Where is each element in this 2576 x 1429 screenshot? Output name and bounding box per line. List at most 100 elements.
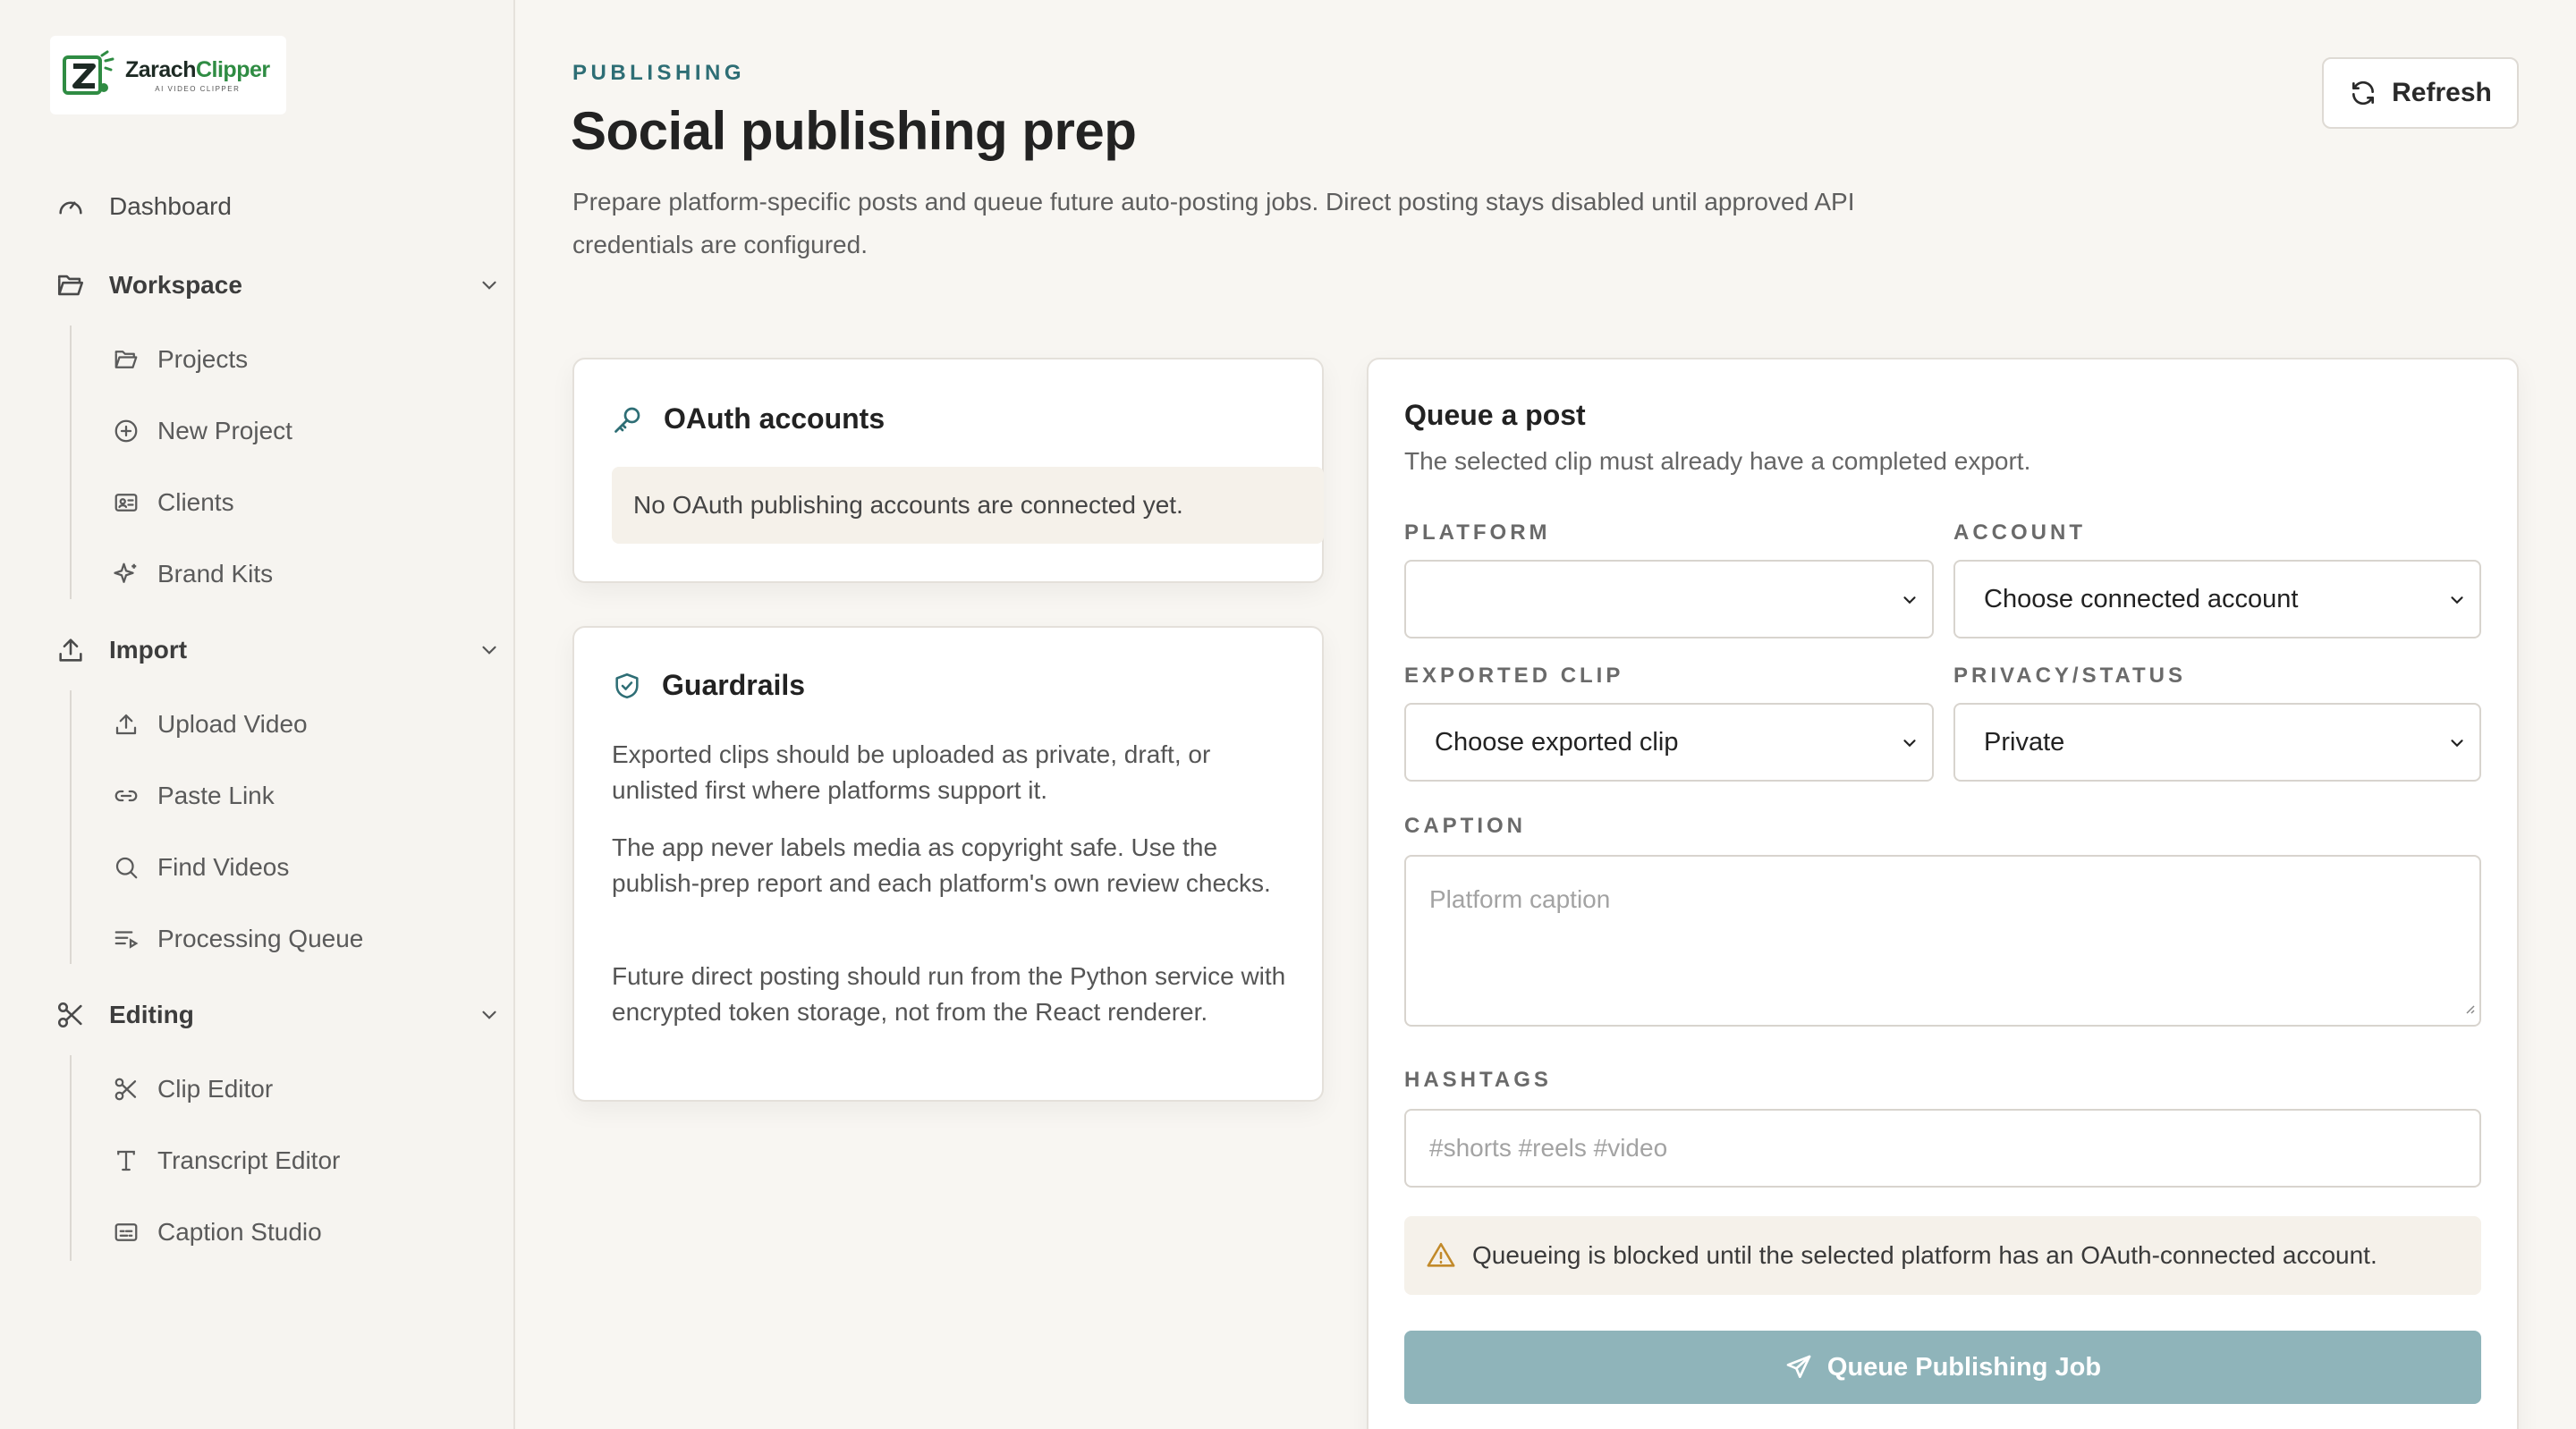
page-description: Prepare platform-specific posts and queu… bbox=[572, 188, 1855, 258]
sidebar-item-label: Paste Link bbox=[157, 782, 275, 809]
plus-circle-icon bbox=[113, 418, 140, 444]
scissors-icon bbox=[55, 1000, 86, 1030]
card-title: Guardrails bbox=[662, 669, 806, 701]
sidebar: ZarachClipper AI VIDEO CLIPPER Dashboard… bbox=[0, 0, 515, 1429]
caption-textarea[interactable]: Platform caption bbox=[1404, 855, 2481, 1027]
card-subtitle: The selected clip must already have a co… bbox=[1404, 447, 2031, 475]
chevron-down-icon bbox=[2447, 590, 2467, 610]
type-icon bbox=[113, 1147, 140, 1174]
brand-name: ZarachClipper bbox=[125, 57, 270, 83]
brand-name-part1: Zarach bbox=[125, 57, 196, 82]
chevron-down-icon bbox=[2447, 733, 2467, 753]
list-play-icon bbox=[113, 926, 140, 952]
sidebar-rail bbox=[70, 1055, 72, 1261]
page-title: Social publishing prep bbox=[571, 101, 1137, 161]
page-eyebrow: PUBLISHING bbox=[572, 61, 746, 85]
folder-open-icon bbox=[113, 346, 140, 373]
refresh-label: Refresh bbox=[2392, 78, 2492, 107]
refresh-icon bbox=[2349, 79, 2377, 107]
sidebar-item-label: Transcript Editor bbox=[157, 1146, 341, 1174]
link-icon bbox=[113, 782, 140, 809]
sidebar-item-transcript-editor[interactable]: Transcript Editor bbox=[113, 1146, 340, 1175]
chevron-down-icon bbox=[1900, 733, 1919, 753]
account-label: ACCOUNT bbox=[1953, 520, 2086, 545]
sidebar-item-dashboard[interactable]: Dashboard bbox=[55, 191, 232, 222]
account-select-value: Choose connected account bbox=[1984, 584, 2299, 613]
chevron-down-icon[interactable] bbox=[478, 638, 501, 662]
oauth-empty-state: No OAuth publishing accounts are connect… bbox=[612, 467, 1324, 544]
sidebar-item-label: Clients bbox=[157, 488, 234, 516]
privacy-status-select[interactable]: Private bbox=[1953, 703, 2481, 782]
scissors-icon bbox=[113, 1076, 140, 1103]
key-icon bbox=[612, 403, 644, 435]
brand-logo[interactable]: ZarachClipper AI VIDEO CLIPPER bbox=[50, 36, 286, 114]
sidebar-item-new-project[interactable]: New Project bbox=[113, 417, 292, 445]
privacy-status-label: PRIVACY/STATUS bbox=[1953, 664, 2187, 688]
sidebar-item-label: Dashboard bbox=[109, 192, 232, 220]
sidebar-item-label: Brand Kits bbox=[157, 560, 274, 588]
search-icon bbox=[113, 854, 140, 881]
brand-tagline: AI VIDEO CLIPPER bbox=[155, 85, 241, 93]
queue-button-label: Queue Publishing Job bbox=[1826, 1352, 2102, 1382]
sidebar-item-label: Upload Video bbox=[157, 710, 308, 738]
hashtags-label: HASHTAGS bbox=[1404, 1068, 1552, 1092]
sidebar-group-workspace[interactable]: Workspace bbox=[55, 270, 496, 300]
resize-handle-icon[interactable] bbox=[2462, 993, 2476, 1021]
upload-icon bbox=[55, 635, 86, 665]
sidebar-group-editing[interactable]: Editing bbox=[55, 1000, 496, 1030]
folder-open-icon bbox=[55, 270, 86, 300]
sidebar-item-processing-queue[interactable]: Processing Queue bbox=[113, 925, 363, 953]
sidebar-item-label: Processing Queue bbox=[157, 925, 364, 952]
sidebar-group-import[interactable]: Import bbox=[55, 635, 496, 665]
sidebar-item-upload-video[interactable]: Upload Video bbox=[113, 710, 308, 739]
sidebar-item-clients[interactable]: Clients bbox=[113, 488, 234, 517]
sidebar-item-caption-studio[interactable]: Caption Studio bbox=[113, 1218, 322, 1247]
sidebar-item-paste-link[interactable]: Paste Link bbox=[113, 782, 275, 810]
sidebar-item-label: Find Videos bbox=[157, 853, 290, 881]
oauth-accounts-card: OAuth accounts No OAuth publishing accou… bbox=[572, 358, 1324, 583]
logo-mark-icon bbox=[61, 48, 118, 102]
sidebar-item-label: New Project bbox=[157, 417, 292, 444]
sidebar-item-brand-kits[interactable]: Brand Kits bbox=[113, 560, 273, 588]
upload-icon bbox=[113, 711, 140, 738]
queue-post-card: Queue a post The selected clip must alre… bbox=[1367, 358, 2519, 1429]
hashtags-input[interactable]: #shorts #reels #video bbox=[1404, 1109, 2481, 1188]
sidebar-rail bbox=[70, 326, 72, 599]
exported-clip-select[interactable]: Choose exported clip bbox=[1404, 703, 1934, 782]
account-select[interactable]: Choose connected account bbox=[1953, 560, 2481, 638]
card-title: OAuth accounts bbox=[664, 402, 886, 435]
chevron-down-icon bbox=[1900, 590, 1919, 610]
warning-text: Queueing is blocked until the selected p… bbox=[1472, 1241, 2377, 1269]
queue-publishing-job-button[interactable]: Queue Publishing Job bbox=[1404, 1331, 2481, 1404]
chevron-down-icon[interactable] bbox=[478, 1003, 501, 1027]
sidebar-item-label: Caption Studio bbox=[157, 1218, 322, 1246]
refresh-button[interactable]: Refresh bbox=[2322, 57, 2519, 129]
send-icon bbox=[1784, 1353, 1813, 1382]
sidebar-item-find-videos[interactable]: Find Videos bbox=[113, 853, 289, 882]
sidebar-group-label: Workspace bbox=[109, 271, 242, 299]
platform-select[interactable] bbox=[1404, 560, 1934, 638]
sidebar-item-clip-editor[interactable]: Clip Editor bbox=[113, 1075, 273, 1103]
brand-name-part2: Clipper bbox=[195, 57, 270, 82]
exported-clip-label: EXPORTED CLIP bbox=[1404, 664, 1624, 688]
guardrail-paragraph: The app never labels media as copyright … bbox=[612, 833, 1271, 897]
sidebar-item-projects[interactable]: Projects bbox=[113, 345, 248, 374]
id-card-icon bbox=[113, 489, 140, 516]
privacy-status-select-value: Private bbox=[1984, 727, 2065, 757]
guardrail-paragraph: Future direct posting should run from th… bbox=[612, 962, 1286, 1026]
hashtags-placeholder: #shorts #reels #video bbox=[1429, 1134, 1668, 1162]
chevron-down-icon[interactable] bbox=[478, 274, 501, 297]
platform-label: PLATFORM bbox=[1404, 520, 1551, 545]
guardrail-paragraph: Exported clips should be uploaded as pri… bbox=[612, 740, 1211, 804]
queue-blocked-warning: Queueing is blocked until the selected p… bbox=[1404, 1216, 2481, 1295]
card-title: Queue a post bbox=[1404, 399, 1586, 431]
warning-triangle-icon bbox=[1426, 1240, 1456, 1271]
sidebar-item-label: Clip Editor bbox=[157, 1075, 274, 1103]
sparkles-icon bbox=[113, 561, 140, 588]
captions-icon bbox=[113, 1219, 140, 1246]
shield-check-icon bbox=[612, 671, 642, 701]
exported-clip-select-value: Choose exported clip bbox=[1435, 727, 1679, 757]
sidebar-item-label: Projects bbox=[157, 345, 249, 373]
sidebar-group-label: Editing bbox=[109, 1001, 194, 1028]
sidebar-group-label: Import bbox=[109, 636, 188, 664]
